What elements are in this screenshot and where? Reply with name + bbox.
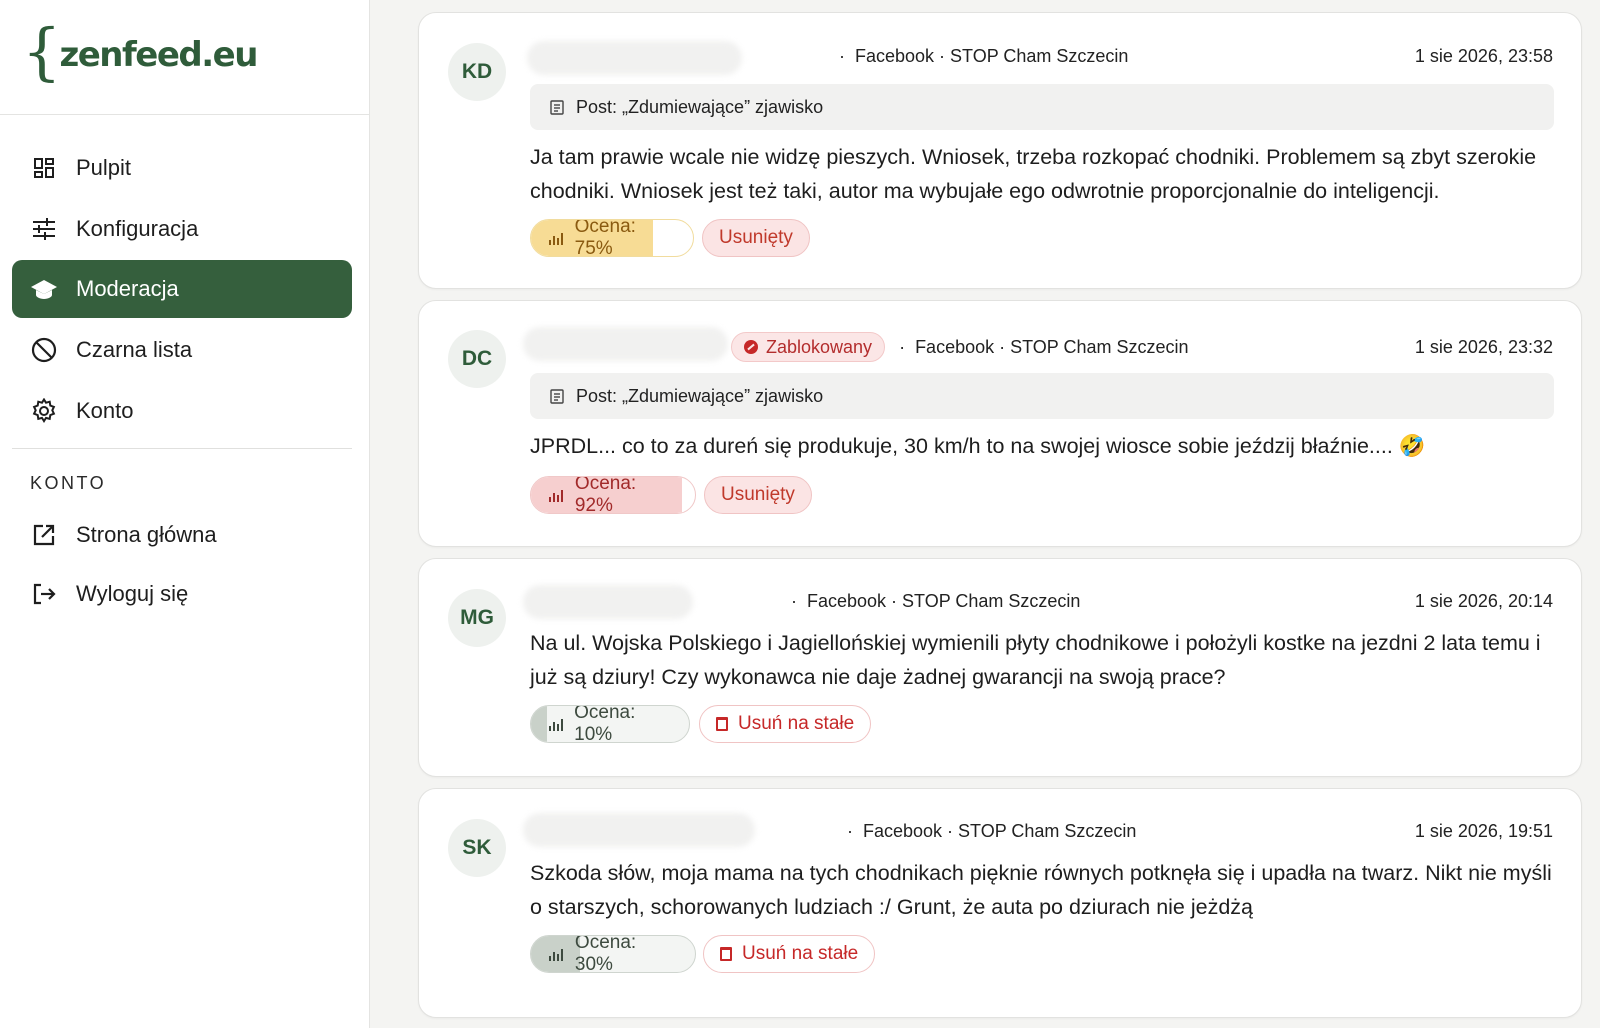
external-link-icon xyxy=(30,521,58,549)
comment-timestamp: 1 sie 2026, 23:58 xyxy=(1414,46,1553,66)
author-name-redacted xyxy=(523,585,693,619)
comment-timestamp: 1 sie 2026, 23:32 xyxy=(1414,337,1553,357)
score-label: Ocena: 30% xyxy=(574,935,637,973)
trash-icon xyxy=(720,947,732,961)
toxicity-score: Ocena: 75% xyxy=(530,219,694,257)
blocked-badge: Zablokowany xyxy=(731,332,886,362)
author-name-redacted xyxy=(523,327,728,361)
comment-meta: · Facebook · STOP Cham Szczecin xyxy=(791,591,1080,612)
trash-icon xyxy=(716,717,728,731)
delete-permanently-button[interactable]: Usuń na stałe xyxy=(703,935,876,973)
ban-icon xyxy=(30,336,58,364)
sidebar-item-label: Pulpit xyxy=(76,155,132,180)
avatar: DC xyxy=(448,330,506,388)
comment-card: DC Zablokowany · Facebook · STOP Cham Sz… xyxy=(418,300,1582,547)
score-label: Ocena: 92% xyxy=(574,476,637,514)
post-title: Post: „Zdumiewające” zjawisko xyxy=(576,96,824,117)
zenfeed-logo[interactable]: { zenfeed.eu xyxy=(22,15,258,88)
score-fill xyxy=(531,706,547,742)
comment-timestamp: 1 sie 2026, 20:14 xyxy=(1414,591,1553,611)
divider xyxy=(0,114,370,115)
graduation-cap-icon xyxy=(30,275,58,303)
comment-card: SK · Facebook · STOP Cham Szczecin 1 sie… xyxy=(418,788,1582,1018)
sidebar-item-pulpit[interactable]: Pulpit xyxy=(12,139,352,197)
sidebar-item-strona-glowna[interactable]: Strona główna xyxy=(12,506,352,564)
sliders-icon xyxy=(30,215,58,243)
sidebar-item-czarna-lista[interactable]: Czarna lista xyxy=(12,321,352,379)
author-name-redacted xyxy=(523,813,755,847)
chart-icon xyxy=(549,947,565,961)
blocked-label: Zablokowany xyxy=(766,336,873,357)
chart-icon xyxy=(549,717,564,731)
comment-meta: · Facebook · STOP Cham Szczecin xyxy=(839,46,1128,67)
logout-icon xyxy=(30,580,58,608)
comment-source: Facebook · STOP Cham Szczecin xyxy=(915,336,1189,357)
sidebar-item-label: Moderacja xyxy=(76,276,179,301)
divider xyxy=(12,448,352,449)
sidebar-item-wyloguj[interactable]: Wyloguj się xyxy=(12,565,352,623)
comment-timestamp: 1 sie 2026, 19:51 xyxy=(1414,821,1553,841)
sidebar-item-label: Konfiguracja xyxy=(76,216,199,241)
document-icon xyxy=(550,388,564,404)
toxicity-score: Ocena: 92% xyxy=(530,476,696,514)
score-label: Ocena: 10% xyxy=(574,705,636,743)
toxicity-score: Ocena: 30% xyxy=(530,935,696,973)
comment-meta: · Facebook · STOP Cham Szczecin xyxy=(847,821,1136,842)
comment-text: Szkoda słów, moja mama na tych chodnikac… xyxy=(530,861,1552,919)
avatar: SK xyxy=(448,819,506,877)
comment-text: Na ul. Wojska Polskiego i Jagiellońskiej… xyxy=(530,631,1541,689)
comment-card: MG · Facebook · STOP Cham Szczecin 1 sie… xyxy=(418,558,1582,777)
score-label: Ocena: 75% xyxy=(574,219,636,257)
chart-icon xyxy=(549,488,565,502)
sidebar-item-moderacja[interactable]: Moderacja xyxy=(12,260,352,318)
sidebar-item-konto[interactable]: Konto xyxy=(12,382,352,440)
comment-text: Ja tam prawie wcale nie widzę pieszych. … xyxy=(530,145,1537,203)
sidebar-item-label: Wyloguj się xyxy=(76,581,189,606)
sidebar-item-label: Konto xyxy=(76,398,134,423)
document-icon xyxy=(550,99,564,115)
status-badge: Usunięty xyxy=(702,219,810,257)
comment-source: Facebook · STOP Cham Szczecin xyxy=(863,821,1137,841)
avatar: KD xyxy=(448,43,506,101)
avatar: MG xyxy=(448,589,506,647)
separator-dot: · xyxy=(899,336,906,357)
comment-card: KD · Facebook · STOP Cham Szczecin 1 sie… xyxy=(418,12,1582,289)
delete-label: Usuń na stałe xyxy=(738,713,855,734)
logo-mark: { xyxy=(22,15,62,88)
blocked-icon xyxy=(744,340,758,354)
post-reference[interactable]: Post: „Zdumiewające” zjawisko xyxy=(530,373,1554,419)
toxicity-score: Ocena: 10% xyxy=(530,705,690,743)
chart-icon xyxy=(549,231,565,245)
author-name-redacted xyxy=(527,41,742,75)
separator-dot: · xyxy=(847,821,853,841)
comment-meta: Zablokowany · Facebook · STOP Cham Szcze… xyxy=(731,332,1189,362)
section-label: KONTO xyxy=(30,473,107,493)
comment-source: Facebook · STOP Cham Szczecin xyxy=(807,591,1081,611)
separator-dot: · xyxy=(839,46,845,66)
sidebar-item-label: Czarna lista xyxy=(76,337,193,362)
comment-text: JPRDL... co to za dureń się produkuje, 3… xyxy=(530,434,1426,458)
sidebar-item-konfiguracja[interactable]: Konfiguracja xyxy=(12,200,352,258)
dashboard-icon xyxy=(30,154,58,182)
post-reference[interactable]: Post: „Zdumiewające” zjawisko xyxy=(530,84,1554,130)
gear-icon xyxy=(30,397,58,425)
delete-permanently-button[interactable]: Usuń na stałe xyxy=(699,705,872,743)
status-badge: Usunięty xyxy=(704,476,812,514)
sidebar-item-label: Strona główna xyxy=(76,522,217,547)
sidebar: { zenfeed.eu Pulpit Konfiguracja Moderac… xyxy=(0,0,370,1028)
separator-dot: · xyxy=(791,591,797,611)
comment-source: Facebook · STOP Cham Szczecin xyxy=(855,46,1129,66)
delete-label: Usuń na stałe xyxy=(742,943,859,964)
logo-text: zenfeed.eu xyxy=(59,35,258,75)
post-title: Post: „Zdumiewające” zjawisko xyxy=(576,385,824,406)
